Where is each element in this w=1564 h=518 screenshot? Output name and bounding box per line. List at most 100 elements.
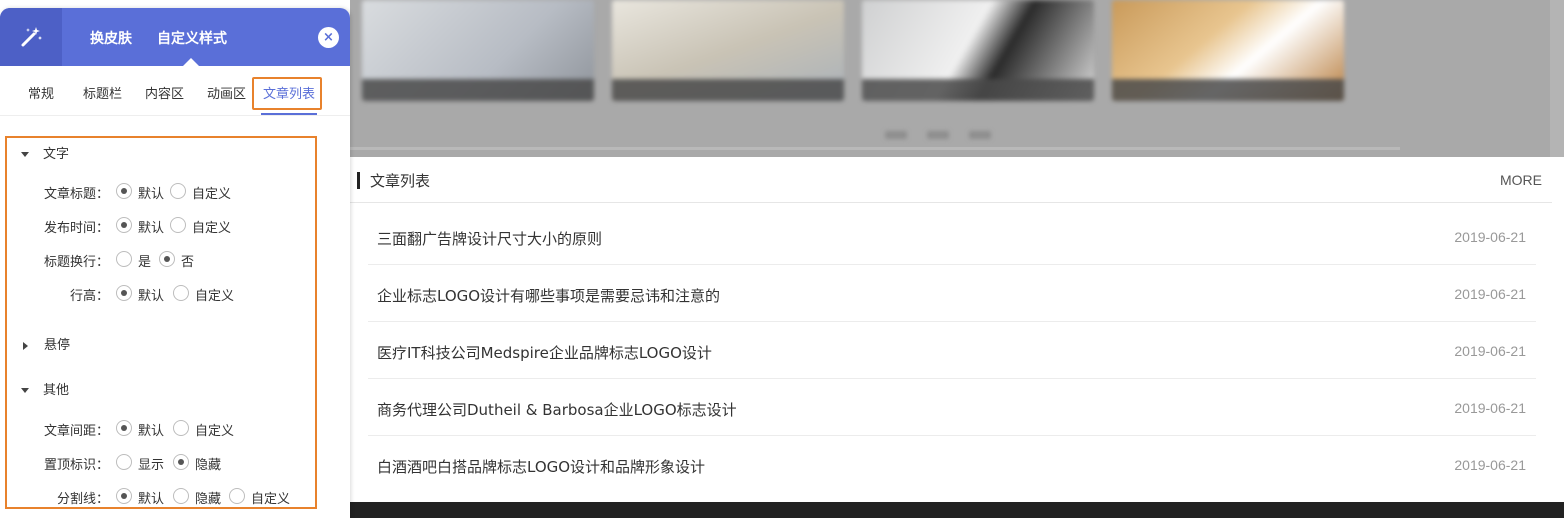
radio-label: 默认 [138,221,165,236]
settings-section: 文字 文章标题： 默认 自定义 发布时间： 默认 自定义 标题换行：是否行高： 默认 自定义 悬… [5,136,317,509]
subtab-general[interactable]: 常规 [28,83,54,102]
radio-button[interactable] [116,285,132,301]
radio-label: 是 [138,255,152,270]
radio-label: 自定义 [195,424,235,439]
radio-button[interactable] [116,420,132,436]
active-subtab-underline [261,113,317,115]
article-title[interactable]: 白酒酒吧白搭品牌标志LOGO设计和品牌形象设计 [377,456,705,477]
radio-label: 自定义 [195,289,235,304]
setting-row: 行高： 默认 自定义 [7,284,317,304]
setting-label: 文章标题： [43,187,109,202]
setting-label: 分割线： [56,492,109,507]
radio-label: 否 [181,255,195,270]
caret-down-icon [21,388,29,393]
setting-label: 发布时间： [43,221,109,236]
subtab-content-area[interactable]: 内容区 [145,83,184,102]
radio-label: 默认 [138,492,165,507]
radio-label: 隐藏 [195,458,222,473]
radio-label: 自定义 [192,187,232,202]
caret-right-icon [23,341,28,350]
group-toggle-other[interactable]: 其他 [21,379,69,398]
article-list: 三面翻广告牌设计尺寸大小的原则 2019-06-21 企业标志LOGO设计有哪些事项… [368,208,1536,493]
radio-label: 自定义 [192,221,232,236]
radio-button[interactable] [159,251,175,267]
radio-button[interactable] [116,183,132,199]
module-title: 文章列表 [370,172,431,190]
article-item[interactable]: 商务代理公司Dutheil & Barbosa企业LOGO标志设计 2019-06… [368,379,1536,436]
radio-button[interactable] [170,183,186,199]
banner-thumbnail[interactable] [612,0,844,101]
banner-pagination [875,128,1025,142]
radio-label: 默认 [138,289,165,304]
article-title[interactable]: 商务代理公司Dutheil & Barbosa企业LOGO标志设计 [377,399,737,420]
caret-down-icon [21,152,29,157]
radio-label: 默认 [138,424,165,439]
radio-button[interactable] [116,217,132,233]
setting-label: 置顶标识： [43,458,109,473]
article-date: 2019-06-21 [1454,286,1526,302]
setting-row: 发布时间： 默认 自定义 [7,216,317,236]
radio-button[interactable] [173,420,189,436]
style-settings-panel: 换皮肤 自定义样式 × 常规 标题栏 内容区 动画区 文章列表 文字 文章标题：… [0,8,350,518]
footer-bar [350,502,1564,518]
article-date: 2019-06-21 [1454,343,1526,359]
article-item[interactable]: 企业标志LOGO设计有哪些事项是需要忌讳和注意的 2019-06-21 [368,265,1536,322]
active-subtab-highlight [252,77,322,110]
image-banner [350,0,1564,157]
title-bar-accent [357,172,360,189]
tab-change-skin[interactable]: 换皮肤 [90,28,132,48]
setting-row: 置顶标识： 显示 隐藏 [7,453,317,473]
radio-label: 自定义 [251,492,291,507]
article-title[interactable]: 医疗IT科技公司Medspire企业品牌标志LOGO设计 [377,342,712,363]
banner-thumbnail[interactable] [362,0,594,101]
article-item[interactable]: 三面翻广告牌设计尺寸大小的原则 2019-06-21 [368,208,1536,265]
radio-button[interactable] [116,251,132,267]
banner-thumbnail[interactable] [862,0,1094,101]
article-list-module: 文章列表 MORE 三面翻广告牌设计尺寸大小的原则 2019-06-21 企业标志L… [350,157,1552,502]
module-header: 文章列表 MORE [350,157,1552,203]
banner-scroll-edge [1550,0,1564,157]
radio-button[interactable] [116,454,132,470]
article-date: 2019-06-21 [1454,229,1526,245]
setting-row: 标题换行： 是 否 [7,250,317,270]
radio-button[interactable] [116,488,132,504]
subtab-animation-area[interactable]: 动画区 [207,83,246,102]
article-date: 2019-06-21 [1454,400,1526,416]
close-button[interactable]: × [318,27,339,48]
radio-label: 隐藏 [195,492,222,507]
radio-button[interactable] [173,488,189,504]
group-title: 悬停 [44,338,71,353]
setting-row: 分割线： 默认 隐藏 自定义 [7,487,317,507]
article-date: 2019-06-21 [1454,457,1526,473]
page-preview: 文章列表 MORE 三面翻广告牌设计尺寸大小的原则 2019-06-21 企业标志L… [350,0,1564,518]
group-toggle-hover[interactable]: 悬停 [21,334,70,353]
setting-row: 文章标题： 默认 自定义 [7,182,317,202]
radio-button[interactable] [229,488,245,504]
radio-label: 默认 [138,187,165,202]
panel-header: 换皮肤 自定义样式 × [0,8,350,66]
magic-wand-icon [21,27,42,47]
article-title[interactable]: 企业标志LOGO设计有哪些事项是需要忌讳和注意的 [377,285,720,306]
banner-divider [350,147,1400,150]
tab-custom-style[interactable]: 自定义样式 [157,28,227,48]
sub-tab-bar: 常规 标题栏 内容区 动画区 文章列表 [0,66,350,116]
article-title[interactable]: 三面翻广告牌设计尺寸大小的原则 [377,228,602,249]
article-item[interactable]: 白酒酒吧白搭品牌标志LOGO设计和品牌形象设计 2019-06-21 [368,436,1536,493]
banner-thumbnail[interactable] [1112,0,1344,101]
radio-button[interactable] [170,217,186,233]
setting-label: 标题换行： [43,255,109,270]
subtab-title-bar[interactable]: 标题栏 [83,83,122,102]
setting-row: 文章间距： 默认 自定义 [7,419,317,439]
more-link[interactable]: MORE [1500,172,1542,188]
active-tab-caret-icon [183,58,199,66]
group-title: 其他 [43,383,70,398]
group-toggle-text[interactable]: 文字 [21,143,69,162]
radio-button[interactable] [173,454,189,470]
radio-button[interactable] [173,285,189,301]
group-title: 文字 [43,147,70,162]
setting-label: 行高： [69,289,109,304]
magic-wand-button[interactable] [0,8,62,66]
setting-label: 文章间距： [43,424,109,439]
article-item[interactable]: 医疗IT科技公司Medspire企业品牌标志LOGO设计 2019-06-21 [368,322,1536,379]
radio-label: 显示 [138,458,165,473]
